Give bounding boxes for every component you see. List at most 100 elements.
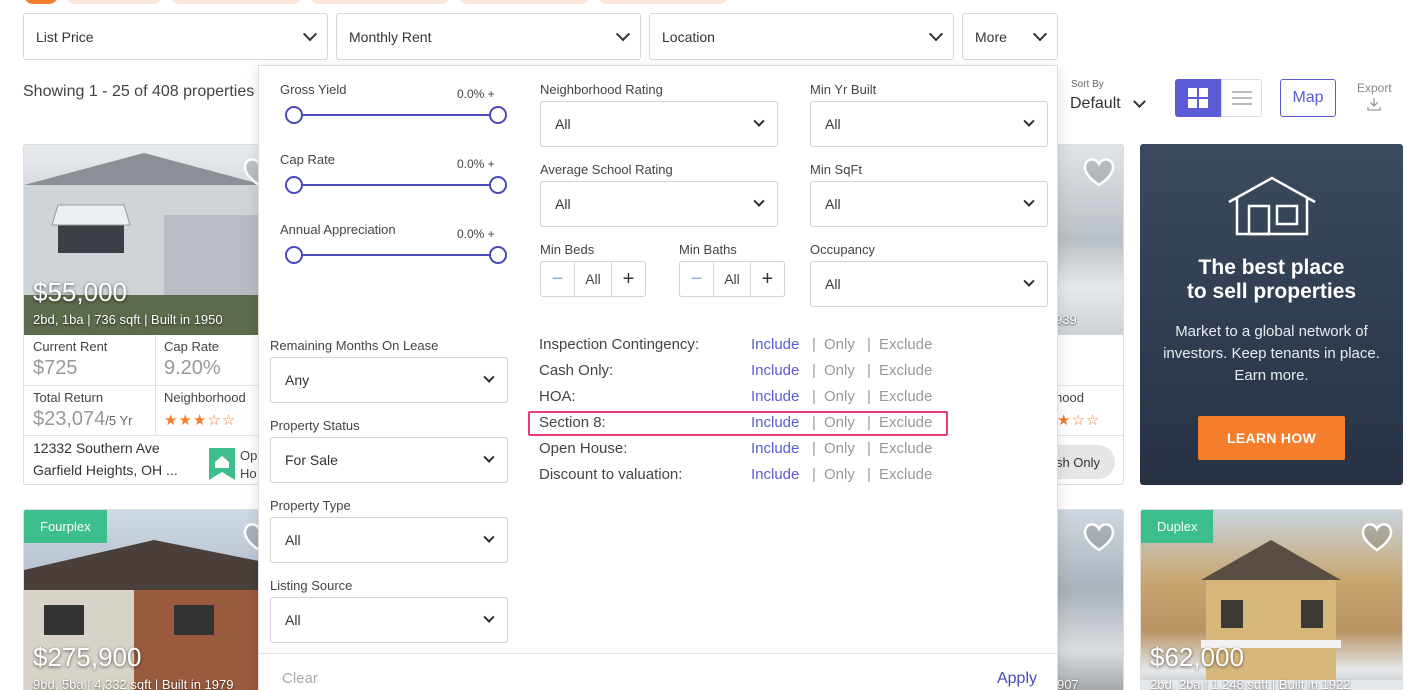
list-view-button[interactable]	[1221, 79, 1262, 117]
exclude-option[interactable]: Exclude	[879, 336, 932, 353]
min-sqft-select[interactable]: All	[810, 181, 1048, 227]
divider	[155, 335, 156, 385]
chevron-down-icon	[1023, 275, 1035, 287]
include-option[interactable]: Include	[751, 336, 799, 353]
list-price-dropdown[interactable]: List Price	[23, 13, 328, 60]
min-beds-increment-button[interactable]: +	[611, 262, 645, 296]
property-specs-partial: 939	[1055, 312, 1077, 327]
min-baths-value: All	[724, 271, 740, 287]
grid-view-button[interactable]	[1175, 79, 1221, 117]
more-dropdown[interactable]: More	[962, 13, 1058, 60]
chevron-down-icon	[483, 531, 495, 543]
gross-yield-max-handle[interactable]	[489, 106, 507, 124]
neighborhood-label: Neighborhood	[164, 390, 246, 405]
sort-by-label: Sort By	[1071, 79, 1104, 90]
min-baths-stepper: − All +	[679, 261, 785, 297]
separator: |	[867, 440, 871, 457]
min-yr-built-select[interactable]: All	[810, 101, 1048, 147]
property-card[interactable]: $55,000 2bd, 1ba | 736 sqft | Built in 1…	[23, 144, 293, 485]
property-status-select[interactable]: For Sale	[270, 437, 508, 483]
exclude-option[interactable]: Exclude	[879, 362, 932, 379]
open-house-label-b: Ho	[240, 466, 257, 481]
cap-rate-max-handle[interactable]	[489, 176, 507, 194]
only-option[interactable]: Only	[824, 336, 855, 353]
property-specs: 9bd, 5ba | 4,332 sqft | Built in 1979	[33, 677, 234, 690]
category-pill[interactable]	[458, 0, 590, 4]
inspection-contingency-row: Inspection Contingency: Include | Only |…	[539, 336, 939, 356]
chevron-down-icon	[1132, 94, 1146, 108]
clear-button[interactable]: Clear	[282, 670, 318, 687]
include-option[interactable]: Include	[751, 466, 799, 483]
exclude-option[interactable]: Exclude	[879, 440, 932, 457]
sort-by-dropdown[interactable]: Default	[1070, 94, 1146, 113]
category-pill[interactable]	[66, 0, 162, 4]
apply-button[interactable]: Apply	[997, 670, 1037, 688]
export-button[interactable]: Export	[1357, 81, 1392, 114]
category-pill[interactable]	[170, 0, 302, 4]
property-type-select[interactable]: All	[270, 517, 508, 563]
only-option[interactable]: Only	[824, 362, 855, 379]
annual-appreciation-min-handle[interactable]	[285, 246, 303, 264]
learn-how-button[interactable]: LEARN HOW	[1198, 416, 1345, 460]
min-beds-decrement-button[interactable]: −	[541, 262, 575, 296]
cap-rate-min-handle[interactable]	[285, 176, 303, 194]
cap-rate-track[interactable]	[294, 184, 498, 186]
monthly-rent-dropdown[interactable]: Monthly Rent	[336, 13, 641, 60]
monthly-rent-label: Monthly Rent	[349, 28, 432, 45]
cap-rate-label: Cap Rate	[280, 152, 335, 167]
min-beds-label: Min Beds	[540, 242, 595, 257]
occupancy-value: All	[825, 276, 841, 292]
only-option[interactable]: Only	[824, 388, 855, 405]
gross-yield-track[interactable]	[294, 114, 498, 116]
property-status-value: For Sale	[285, 452, 338, 468]
exclude-option[interactable]: Exclude	[879, 466, 932, 483]
address-line2: Garfield Heights, OH ...	[33, 462, 178, 478]
location-dropdown[interactable]: Location	[649, 13, 954, 60]
gross-yield-min-handle[interactable]	[285, 106, 303, 124]
chevron-down-icon	[615, 26, 631, 41]
include-option[interactable]: Include	[751, 362, 799, 379]
category-pill-active[interactable]	[24, 0, 58, 4]
cap-rate-value: 0.0% +	[457, 157, 495, 171]
option-label: Discount to valuation:	[539, 466, 683, 483]
remaining-months-select[interactable]: Any	[270, 357, 508, 403]
only-option[interactable]: Only	[824, 466, 855, 483]
property-price: $275,900	[33, 642, 142, 672]
favorite-heart-icon[interactable]	[1082, 157, 1116, 187]
include-option[interactable]: Include	[751, 440, 799, 457]
property-card[interactable]: Duplex $62,000 2bd, 2ba | 1,248 sqft | B…	[1140, 509, 1403, 690]
min-baths-decrement-button[interactable]: −	[680, 262, 714, 296]
include-option[interactable]: Include	[751, 388, 799, 405]
chevron-down-icon	[928, 26, 944, 41]
chevron-down-icon	[753, 115, 765, 127]
total-return-label: Total Return	[33, 390, 104, 405]
property-type-badge: Duplex	[1141, 510, 1214, 543]
occupancy-select[interactable]: All	[810, 261, 1048, 307]
only-option[interactable]: Only	[824, 440, 855, 457]
open-house-row: Open House: Include | Only | Exclude	[539, 440, 939, 460]
ad-title-line1: The best place	[1198, 256, 1345, 279]
current-rent-value: $725	[33, 357, 78, 379]
annual-appreciation-max-handle[interactable]	[489, 246, 507, 264]
average-school-rating-select[interactable]: All	[540, 181, 778, 227]
listing-source-select[interactable]: All	[270, 597, 508, 643]
exclude-option[interactable]: Exclude	[879, 388, 932, 405]
total-return-amount: $23,074	[33, 408, 106, 430]
hoa-row: HOA: Include | Only | Exclude	[539, 388, 939, 408]
listing-source-label: Listing Source	[270, 578, 353, 593]
favorite-heart-icon[interactable]	[1082, 522, 1116, 552]
total-return-value: $23,074/5 Yr	[33, 408, 133, 431]
neighborhood-rating-select[interactable]: All	[540, 101, 778, 147]
min-baths-increment-button[interactable]: +	[750, 262, 784, 296]
property-card[interactable]: Fourplex $275,900 9bd, 5ba | 4,332 sqft …	[23, 509, 293, 690]
map-button[interactable]: Map	[1280, 79, 1336, 117]
cap-rate-label: Cap Rate	[164, 339, 219, 354]
category-pill[interactable]	[310, 0, 450, 4]
annual-appreciation-track[interactable]	[294, 254, 498, 256]
favorite-heart-icon[interactable]	[1360, 522, 1394, 552]
separator: |	[812, 362, 816, 379]
download-icon	[1367, 98, 1381, 111]
grid-icon	[1188, 88, 1208, 108]
list-price-label: List Price	[36, 28, 94, 45]
category-pill[interactable]	[598, 0, 728, 4]
